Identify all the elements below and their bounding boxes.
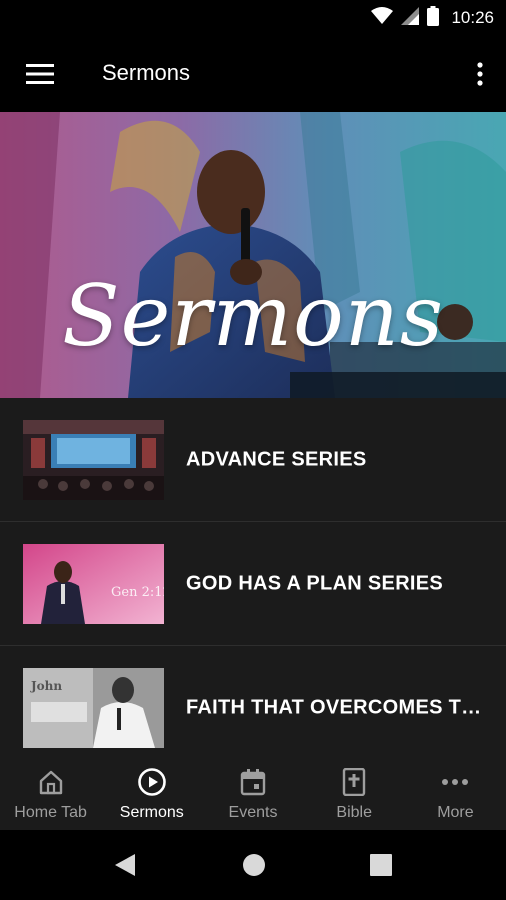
sermon-item-advance[interactable]: ADVANCE SERIES	[0, 398, 506, 522]
home-circle-icon	[243, 854, 265, 876]
nav-home-tab[interactable]: Home Tab	[0, 748, 101, 830]
nav-bible[interactable]: Bible	[304, 748, 405, 830]
status-time: 10:26	[451, 8, 494, 27]
menu-button[interactable]	[18, 56, 62, 92]
overflow-menu-button[interactable]	[468, 56, 492, 92]
play-circle-icon	[136, 766, 168, 798]
home-button[interactable]	[241, 852, 267, 878]
sermon-thumbnail: Gen 2:12	[23, 544, 164, 624]
system-navigation-bar	[0, 830, 506, 900]
cell-signal-icon	[401, 6, 420, 30]
nav-label: Events	[228, 804, 278, 821]
nav-label: Home Tab	[14, 804, 87, 821]
status-icons: 10:26	[371, 5, 494, 31]
recents-button[interactable]	[368, 852, 394, 878]
page-title: Sermons	[102, 60, 191, 85]
thumb-caption: Gen 2:12	[111, 585, 164, 600]
sermon-thumbnail: John	[23, 668, 164, 748]
back-triangle-icon	[115, 854, 135, 876]
nav-events[interactable]: Events	[202, 748, 303, 830]
bottom-navigation: Home Tab Sermons Events Bible More	[0, 748, 506, 830]
thumb-caption: John	[30, 679, 62, 693]
battery-icon	[427, 5, 440, 31]
nav-label: Bible	[336, 804, 372, 821]
nav-more[interactable]: More	[405, 748, 506, 830]
home-icon	[35, 766, 67, 798]
bible-icon	[338, 766, 370, 798]
recents-square-icon	[370, 854, 392, 876]
app-bar: Sermons	[0, 36, 506, 112]
more-vert-icon	[477, 62, 483, 86]
more-horiz-icon	[439, 766, 471, 798]
sermon-item-faith-that-overcomes[interactable]: John FAITH THAT OVERCOMES THE WORLD	[0, 646, 506, 748]
sermon-title: GOD HAS A PLAN SERIES	[186, 572, 444, 594]
back-button[interactable]	[112, 852, 138, 878]
sermon-title: ADVANCE SERIES	[186, 448, 367, 470]
sermon-title: FAITH THAT OVERCOMES THE WORLD	[186, 696, 486, 718]
hero-banner: Sermons	[0, 112, 506, 398]
sermon-thumbnail	[23, 420, 164, 500]
nav-sermons[interactable]: Sermons	[101, 748, 202, 830]
status-bar: 10:26	[0, 0, 506, 36]
nav-label: Sermons	[119, 804, 184, 821]
nav-label: More	[437, 804, 474, 821]
calendar-icon	[237, 766, 269, 798]
wifi-icon	[371, 6, 394, 30]
hamburger-menu-icon	[26, 64, 54, 84]
hero-script-title: Sermons	[62, 267, 444, 365]
sermon-item-god-has-a-plan[interactable]: Gen 2:12 GOD HAS A PLAN SERIES	[0, 522, 506, 646]
sermon-list: ADVANCE SERIES Gen 2:12 GOD HAS A PLAN S…	[0, 398, 506, 748]
